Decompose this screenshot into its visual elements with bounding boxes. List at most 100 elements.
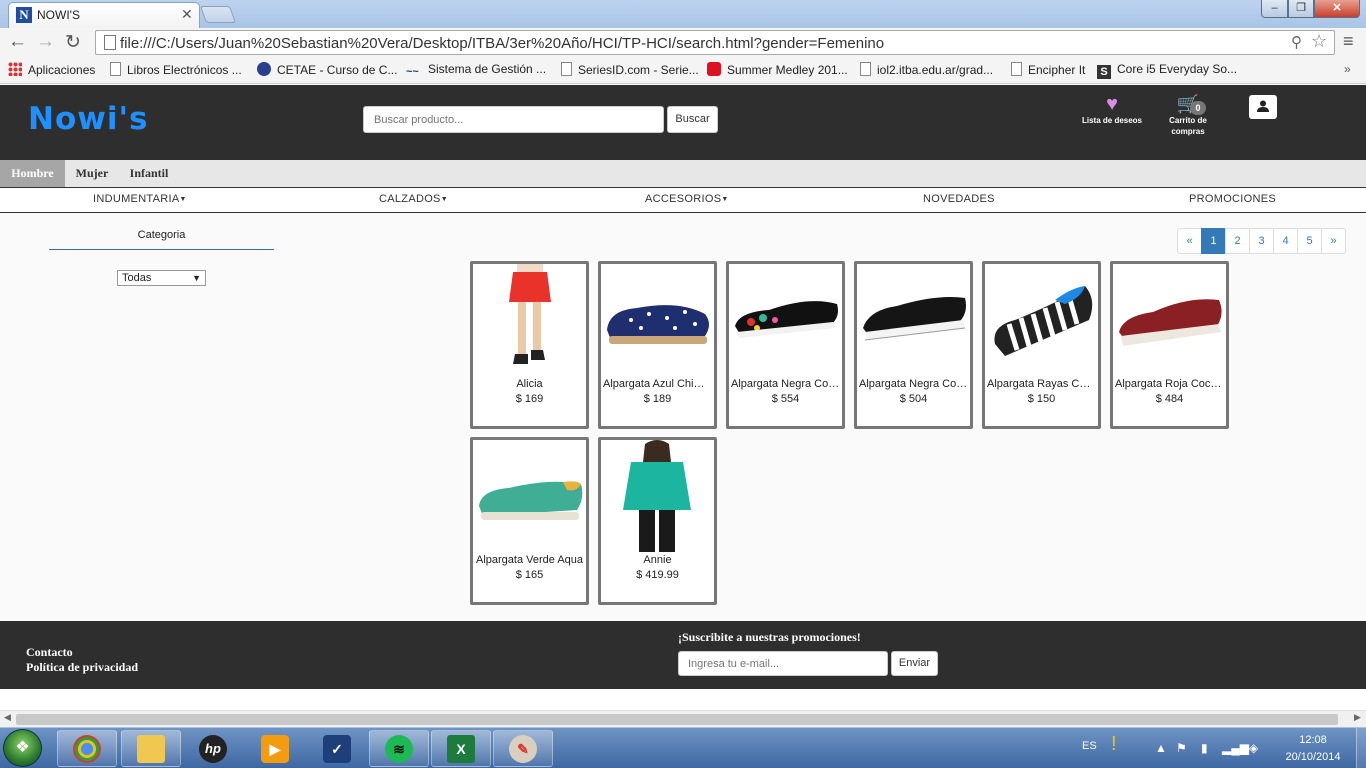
taskbar-paint[interactable]: ✎ [493,730,553,767]
forward-arrow-icon[interactable]: → [36,31,55,53]
bookmark-item[interactable]: iol2.itba.edu.ar/grad... [860,62,993,80]
url-text[interactable]: file:///C:/Users/Juan%20Sebastian%20Vera… [120,35,884,52]
bookmarks-more-icon[interactable]: » [1344,62,1351,76]
bookmark-item[interactable]: ~~ Sistema de Gestión ... [406,62,546,80]
product-image [601,440,714,552]
bookmark-item[interactable]: Aplicaciones [8,62,95,80]
cart-link[interactable]: 🛒 0 Carrito de compras [1160,93,1216,137]
tab-hombre[interactable]: Hombre [0,160,65,187]
dropdown-arrow-icon: ▼ [192,273,201,283]
zoom-icon[interactable]: ⚲ [1291,33,1302,51]
battery-icon[interactable]: ▮ [1201,741,1208,755]
product-card[interactable]: Alpargata Azul Chimenea $ 189 [598,261,717,429]
product-name: Annie [643,554,672,566]
category-promociones[interactable]: PROMOCIONES [1189,193,1276,205]
bookmark-star-icon[interactable]: ☆ [1311,31,1327,52]
pagination-page-4[interactable]: 4 [1273,228,1298,254]
warning-icon[interactable]: ! [1111,733,1117,756]
bookmark-item[interactable]: Encipher It [1011,62,1085,80]
search-button[interactable]: Buscar [667,106,718,133]
show-desktop-button[interactable] [1356,728,1366,768]
new-tab-button[interactable] [199,6,237,23]
clock-date[interactable]: 20/10/2014 [1278,751,1348,763]
show-hidden-icons-icon[interactable]: ▲ [1155,741,1167,755]
tab-infantil[interactable]: Infantil [122,160,176,187]
pagination-page-5[interactable]: 5 [1297,228,1322,254]
pagination-page-1[interactable]: 1 [1201,228,1226,254]
network-signal-icon[interactable]: ▂▄▆ [1222,741,1249,755]
taskbar-spotify[interactable]: ≋ [369,730,429,767]
product-name: Alpargata Verde Aqua [475,554,584,566]
taskbar-media-player[interactable]: ▶ [245,730,305,767]
back-arrow-icon[interactable]: ← [8,31,27,53]
start-button[interactable]: ❖ [3,729,42,767]
window-close-button[interactable]: ✕ [1314,0,1360,18]
category-select[interactable]: Todas ▼ [117,270,206,286]
category-calzados[interactable]: CALZADOS▼ [379,193,448,205]
sync-icon[interactable]: ◈ [1249,741,1258,755]
browser-menu-icon[interactable]: ≡ [1343,31,1354,52]
caret-down-icon: ▼ [179,196,187,203]
category-accesorios[interactable]: ACCESORIOS▼ [645,193,729,205]
bookmark-item[interactable]: Libros Electrónicos ... [110,62,242,80]
product-card[interactable]: Alpargata Roja Coca-Cola $ 484 [1110,261,1229,429]
user-account-button[interactable] [1249,95,1277,119]
product-card[interactable]: Alpargata Verde Aqua $ 165 [470,437,589,605]
tab-close-icon[interactable]: ✕ [181,6,193,23]
taskbar-explorer[interactable] [121,730,181,767]
horizontal-scrollbar[interactable]: ◀ ▶ [0,710,1366,727]
scroll-left-icon[interactable]: ◀ [4,712,11,723]
product-name: Alpargata Negra Coca-Cola [731,378,840,390]
taskbar-task-app[interactable]: ✓ [307,730,367,767]
taskbar-hp[interactable]: hp [183,730,243,767]
product-card[interactable]: Alpargata Rayas Chimenea $ 150 [982,261,1101,429]
window-maximize-button[interactable]: ❐ [1288,0,1314,18]
window-minimize-button[interactable]: – [1261,0,1288,18]
site-logo[interactable]: Nowi's [28,101,148,137]
category-novedades[interactable]: NOVEDADES [923,193,995,205]
bookmark-item[interactable]: Summer Medley 201... [707,62,848,80]
category-indumentaria[interactable]: INDUMENTARIA▼ [93,193,187,205]
bookmark-item[interactable]: S Core i5 Everyday So... [1097,62,1237,80]
action-center-flag-icon[interactable]: ⚑ [1176,741,1187,755]
language-indicator[interactable]: ES [1082,740,1097,752]
windows-logo-icon: ❖ [15,739,30,756]
scroll-right-icon[interactable]: ▶ [1354,712,1361,723]
bookmark-item[interactable]: SeriesID.com - Serie... [561,62,699,80]
cart-count-badge: 0 [1190,101,1206,115]
bookmark-item[interactable]: CETAE - Curso de C... [257,62,397,80]
product-search-input[interactable] [363,106,664,133]
pagination-page-2[interactable]: 2 [1225,228,1250,254]
taskbar-chrome[interactable] [57,730,117,767]
product-name: Alicia [516,378,543,390]
scrollbar-thumb[interactable] [16,714,1338,725]
clock-time[interactable]: 12:08 [1283,734,1343,746]
product-image [857,264,970,376]
product-price: $ 419.99 [636,569,679,581]
taskbar-excel[interactable]: X [431,730,491,767]
contact-link[interactable]: Contacto [26,645,73,660]
bookmarks-bar: Aplicaciones Libros Electrónicos ... CET… [0,58,1366,84]
product-card[interactable]: Alicia $ 169 [470,261,589,429]
s-logo-icon: S [1097,65,1111,79]
product-card[interactable]: Alpargata Negra Coca-Cola $ 504 [854,261,973,429]
reload-icon[interactable]: ↻ [65,31,81,54]
wishlist-link[interactable]: ♥ Lista de deseos [1078,93,1146,126]
pagination-next[interactable]: » [1321,228,1346,254]
send-button[interactable]: Enviar [891,651,938,676]
product-card[interactable]: Alpargata Negra Coca-Cola $ 554 [726,261,845,429]
windows-taskbar: ❖ hp ▶ ✓ ≋ X ✎ ES ! ▲ ⚑ ▮ ▂▄▆ ◈ 12:08 20… [0,727,1366,768]
address-bar[interactable]: file:///C:/Users/Juan%20Sebastian%20Vera… [95,30,1335,55]
product-image [473,264,586,376]
product-card[interactable]: Annie $ 419.99 [598,437,717,605]
pagination-page-3[interactable]: 3 [1249,228,1274,254]
tab-mujer[interactable]: Mujer [68,160,116,187]
product-image [473,440,586,552]
browser-tab[interactable]: N NOWI'S ✕ [8,2,200,28]
product-price: $ 169 [515,393,544,405]
privacy-policy-link[interactable]: Política de privacidad [26,660,138,675]
email-field[interactable] [678,651,888,676]
pagination-prev[interactable]: « [1177,228,1202,254]
caret-down-icon: ▼ [440,196,448,203]
excel-icon: X [447,734,475,763]
